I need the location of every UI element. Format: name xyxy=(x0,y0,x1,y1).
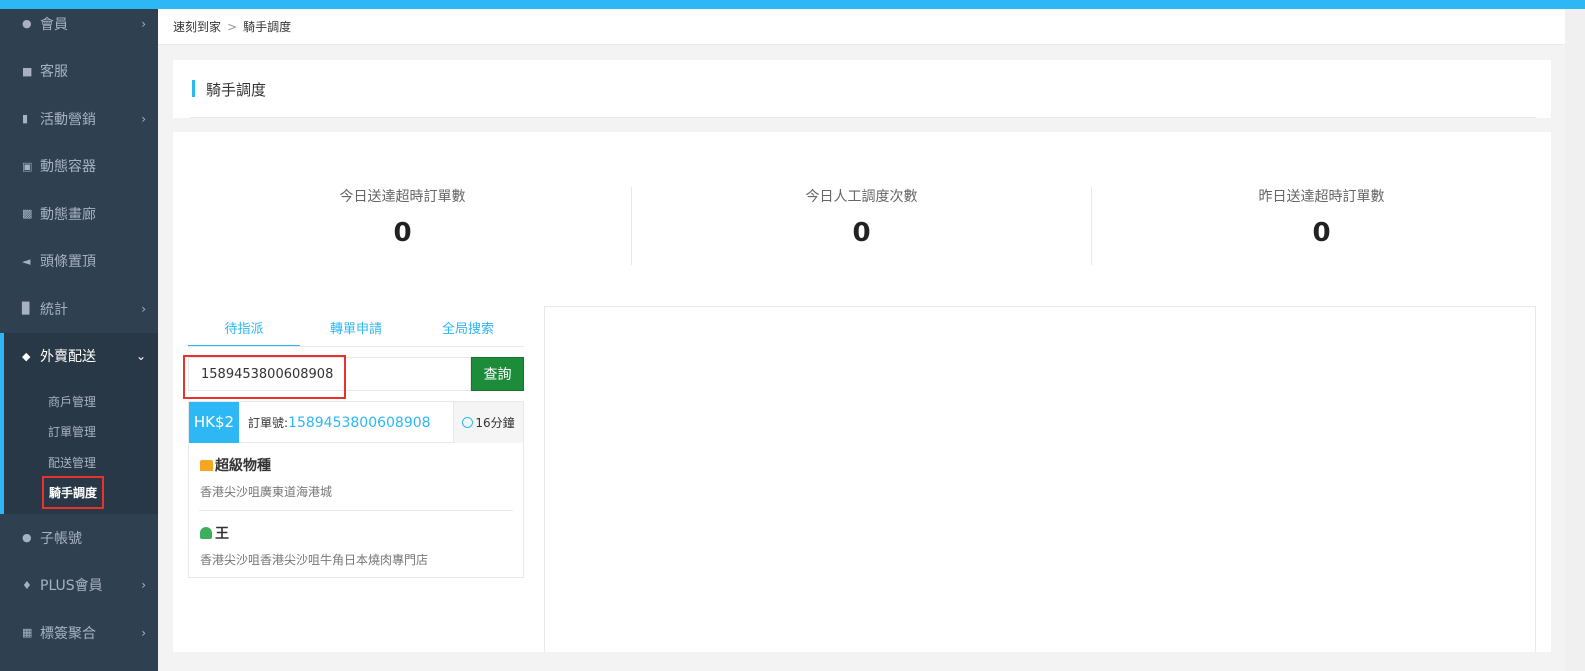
customer-name-text: 王 xyxy=(215,526,229,542)
divider xyxy=(188,346,524,347)
top-bar xyxy=(0,0,1585,9)
chat-icon: ■ xyxy=(22,64,33,78)
customer-address: 香港尖沙咀香港尖沙咀牛角日本燒肉專門店 xyxy=(200,553,429,567)
picture-icon: ▩ xyxy=(22,207,33,221)
sidebar-item-label: 活動營銷 xyxy=(40,111,96,128)
breadcrumb-home[interactable]: 速刻到家 xyxy=(173,18,221,35)
customer-section: 王 香港尖沙咀香港尖沙咀牛角日本燒肉專門店 xyxy=(189,511,523,568)
breadcrumb: 速刻到家 > 騎手調度 xyxy=(158,9,1565,45)
title-accent-bar xyxy=(192,80,195,97)
highlight-box xyxy=(183,355,346,399)
chevron-right-icon: › xyxy=(141,301,146,316)
order-number-value[interactable]: 1589453800608908 xyxy=(288,415,431,431)
sidebar-item-plus-member[interactable]: ♦ PLUS會員 › xyxy=(0,562,158,610)
stat-overtime-yesterday: 昨日送達超時訂單數 0 xyxy=(1092,186,1551,248)
sidebar-item-label: 客服 xyxy=(40,64,68,81)
order-search: 1589453800608908 查詢 xyxy=(183,355,524,399)
sidebar-item-label: PLUS會員 xyxy=(40,578,103,595)
search-button[interactable]: 查詢 xyxy=(471,357,524,391)
customer-name: 王 xyxy=(200,523,523,543)
clock-icon xyxy=(462,417,474,428)
sidebar-submenu: 商戶管理 訂單管理 配送管理 騎手調度 xyxy=(0,380,158,514)
stat-label: 今日人工調度次數 xyxy=(805,189,918,205)
sidebar-item-label: 會員 xyxy=(40,16,68,33)
sidebar-item-gallery[interactable]: ▩ 動態畫廊 xyxy=(0,190,158,238)
sidebar-item-label: 標簽聚合 xyxy=(40,625,96,642)
sidebar-item-dynamic-container[interactable]: ▣ 動態容器 xyxy=(0,143,158,191)
stat-label: 昨日送達超時訂單數 xyxy=(1258,189,1385,205)
submenu-item-orders[interactable]: 訂單管理 xyxy=(4,417,158,448)
bell-icon: ● xyxy=(22,17,32,31)
tab-pending[interactable]: 待指派 xyxy=(188,305,300,347)
sidebar-item-statistics[interactable]: ▉ 統計 › xyxy=(0,285,158,333)
chevron-right-icon: › xyxy=(141,625,146,640)
order-price: HK$2 xyxy=(189,401,239,443)
sidebar-item-customer-service[interactable]: ■ 客服 xyxy=(0,48,158,96)
grid-icon: ▦ xyxy=(22,626,33,640)
page-header: 騎手調度 xyxy=(173,60,1551,118)
sidebar-item-label: 外賣配送 xyxy=(40,349,96,366)
shop-name-text: 超級物種 xyxy=(215,458,271,474)
order-elapsed-time: 16分鐘 xyxy=(453,402,523,443)
stat-value: 0 xyxy=(1312,218,1331,248)
stat-value: 0 xyxy=(393,218,412,248)
order-time-value: 16分鐘 xyxy=(475,416,515,430)
shop-address: 香港尖沙咀廣東道海港城 xyxy=(200,485,333,499)
stat-manual-dispatch-today: 今日人工調度次數 0 xyxy=(632,186,1091,248)
sidebar-item-label: 子帳號 xyxy=(40,530,82,547)
shop-icon xyxy=(200,459,213,471)
sidebar: ● 會員 › ■ 客服 ▮ 活動營銷 › ▣ 動態容器 ▩ 動態畫廊 ◄ 頭條置… xyxy=(0,9,158,671)
megaphone-icon: ◄ xyxy=(22,254,31,268)
page-title: 騎手調度 xyxy=(206,81,267,99)
shop-section: 超級物種 香港尖沙咀廣東道海港城 xyxy=(189,443,523,500)
chevron-right-icon: › xyxy=(141,578,146,593)
sidebar-item-headline[interactable]: ◄ 頭條置頂 xyxy=(0,238,158,286)
chevron-right-icon: › xyxy=(141,16,146,31)
bookmark-icon: ▮ xyxy=(22,112,29,126)
stat-overtime-today: 今日送達超時訂單數 0 xyxy=(173,186,632,248)
chevron-right-icon: › xyxy=(141,111,146,126)
inbox-icon: ▣ xyxy=(22,159,33,173)
submenu-item-rider-dispatch[interactable]: 騎手調度 xyxy=(4,476,158,510)
submenu-item-merchants[interactable]: 商戶管理 xyxy=(4,386,158,417)
order-header: HK$2 訂單號:1589453800608908 16分鐘 xyxy=(189,401,523,443)
sidebar-item-label: 頭條置頂 xyxy=(40,254,96,271)
order-number: 訂單號:1589453800608908 xyxy=(248,414,431,431)
order-number-label: 訂單號: xyxy=(248,415,289,430)
dispatch-panel: 今日送達超時訂單數 0 今日人工調度次數 0 昨日送達超時訂單數 0 待指派 轉… xyxy=(173,132,1551,652)
sidebar-item-sub-account[interactable]: ● 子帳號 xyxy=(0,514,158,562)
user-icon: ● xyxy=(22,531,32,545)
stat-label: 今日送達超時訂單數 xyxy=(339,189,466,205)
cutlery-icon: ◆ xyxy=(22,349,31,363)
user-icon xyxy=(200,527,212,539)
sidebar-item-tags[interactable]: ▦ 標簽聚合 › xyxy=(0,609,158,657)
sidebar-item-member[interactable]: ● 會員 › xyxy=(0,9,158,48)
order-tabs: 待指派 轉單申請 全局搜索 xyxy=(188,305,524,347)
stat-value: 0 xyxy=(852,218,871,248)
sidebar-item-marketing[interactable]: ▮ 活動營銷 › xyxy=(0,95,158,143)
diamond-icon: ♦ xyxy=(22,578,32,592)
bar-chart-icon: ▉ xyxy=(22,302,31,316)
order-search-input[interactable]: 1589453800608908 xyxy=(183,355,471,399)
tab-transfer-requests[interactable]: 轉單申請 xyxy=(300,305,412,347)
breadcrumb-current: 騎手調度 xyxy=(243,20,292,34)
sidebar-item-label: 統計 xyxy=(40,301,68,318)
shop-name: 超級物種 xyxy=(200,455,523,475)
chevron-down-icon: ⌄ xyxy=(135,349,146,364)
sidebar-item-delivery[interactable]: ◆ 外賣配送 ⌄ xyxy=(0,332,158,380)
submenu-item-delivery-mgmt[interactable]: 配送管理 xyxy=(4,447,158,478)
sidebar-item-label: 動態畫廊 xyxy=(40,206,96,223)
map-panel[interactable] xyxy=(544,306,1536,652)
scrollbar[interactable] xyxy=(1565,9,1585,671)
order-card[interactable]: HK$2 訂單號:1589453800608908 16分鐘 超級物種 香港尖沙… xyxy=(188,401,524,578)
divider xyxy=(190,117,1536,118)
tab-global-search[interactable]: 全局搜索 xyxy=(412,305,524,347)
breadcrumb-separator: > xyxy=(227,19,238,34)
sidebar-item-label: 動態容器 xyxy=(40,159,96,176)
